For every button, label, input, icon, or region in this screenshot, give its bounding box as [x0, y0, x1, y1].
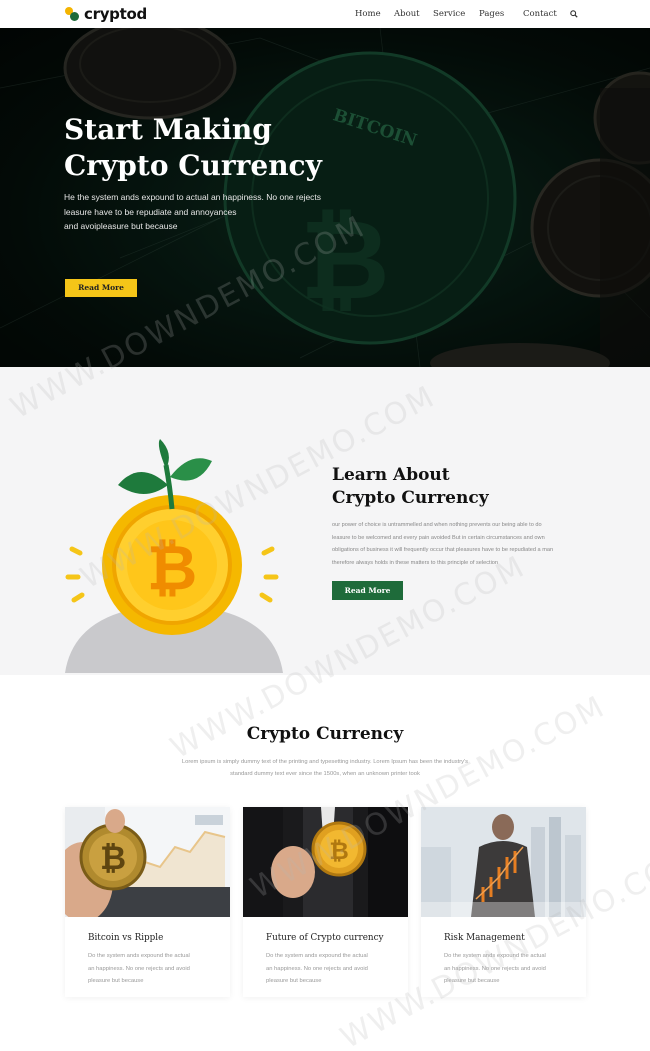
card-text: Do the system ands expound the actual an… — [88, 953, 190, 984]
article-card-bitcoin-vs-ripple[interactable]: ₿ Bitcoin vs Ripple Do the system ands e… — [65, 807, 230, 997]
search-icon[interactable] — [570, 10, 578, 18]
crypto-section-subtitle: Lorem ipsum is simply dummy text of the … — [181, 759, 469, 777]
card-image-risk-chart — [421, 807, 586, 917]
card-title[interactable]: Bitcoin vs Ripple — [88, 933, 163, 943]
card-title[interactable]: Risk Management — [444, 933, 525, 943]
about-title: Learn About Crypto Currency — [332, 465, 489, 508]
about-section: ₿ Learn About Crypto Currency our power … — [0, 367, 650, 675]
nav-item-service[interactable]: Service — [433, 9, 465, 19]
hero-banner: BITCOIN ₿ Start Making Crypto Currency H… — [0, 28, 650, 367]
card-text: Do the system ands expound the actual an… — [444, 953, 546, 984]
article-card-future-of-crypto[interactable]: ₿ Future of Crypto currency Do the syste… — [243, 807, 408, 997]
card-title[interactable]: Future of Crypto currency — [266, 933, 383, 943]
hero-title: Start Making Crypto Currency — [64, 113, 322, 182]
bitcoin-icon: ₿ — [147, 531, 198, 604]
about-read-more-button[interactable]: Read More — [332, 581, 403, 600]
article-card-risk-management[interactable]: Risk Management Do the system ands expou… — [421, 807, 586, 997]
nav-item-pages[interactable]: Pages — [479, 9, 504, 19]
nav-item-about[interactable]: About — [394, 9, 420, 19]
crypto-section-title: Crypto Currency — [246, 724, 404, 744]
svg-text:₿: ₿ — [100, 839, 126, 877]
nav-item-contact[interactable]: Contact — [523, 9, 557, 19]
hero-read-more-button[interactable]: Read More — [65, 279, 137, 297]
top-navbar: cryptod Home About Service Pages Contact — [0, 0, 650, 28]
card-image-bitcoin-hand: ₿ — [65, 807, 230, 917]
main-menu: Home About Service Pages Contact — [0, 9, 650, 21]
nav-item-home[interactable]: Home — [355, 9, 381, 19]
coin-sprout-illustration: ₿ — [65, 439, 283, 673]
card-image-businessman-coin: ₿ — [243, 807, 408, 917]
about-description: our power of choice is untrammelled and … — [332, 522, 554, 566]
hero-description: He the system ands expound to actual an … — [64, 192, 322, 231]
card-text: Do the system ands expound the actual an… — [266, 953, 368, 984]
svg-text:₿: ₿ — [329, 837, 349, 865]
